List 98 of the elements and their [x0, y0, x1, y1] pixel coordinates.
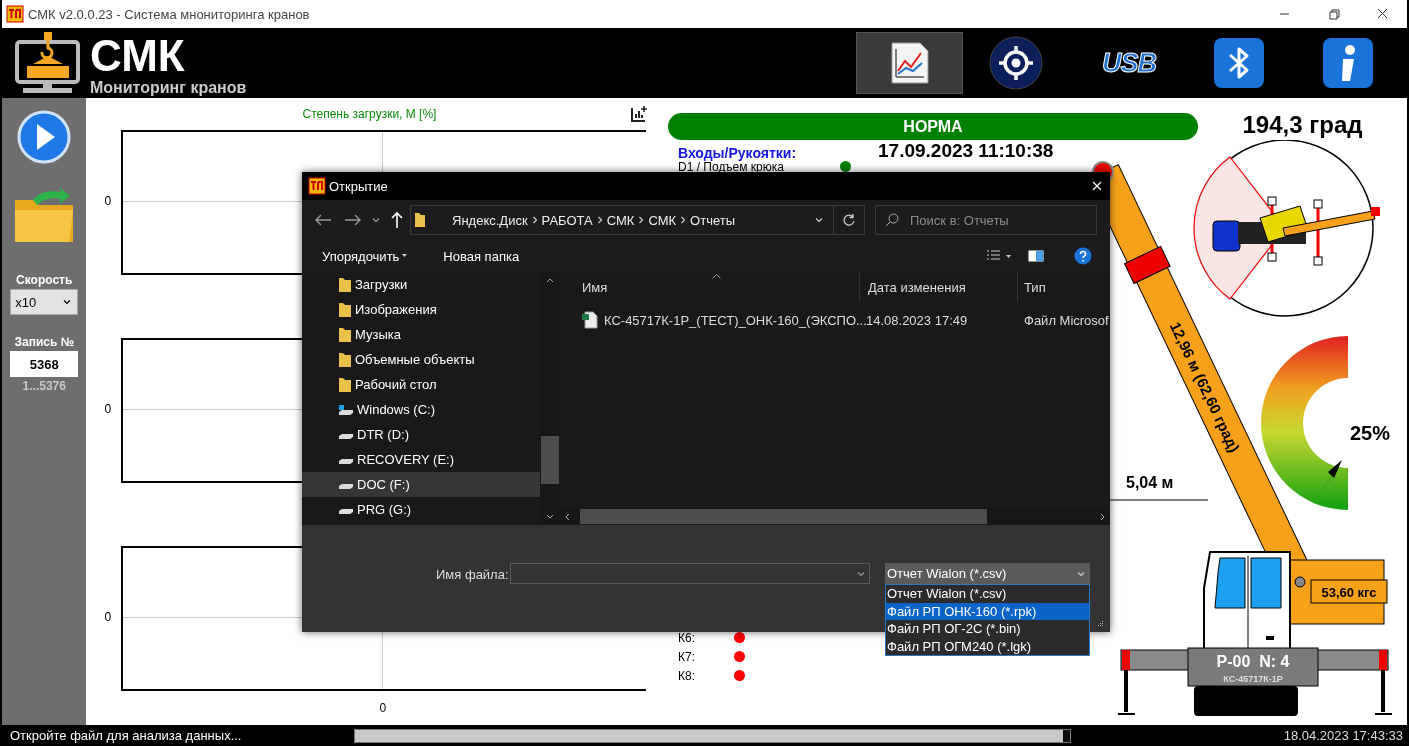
chevron-icon: [1077, 569, 1085, 578]
axis-tick-label: 0: [104, 401, 112, 416]
dialog-title: Открытие: [329, 178, 388, 194]
navigation-item[interactable]: Windows (C:): [302, 397, 540, 422]
address-bar[interactable]: Яндекс.Диск РАБОТА СМК СМК Отчеты: [410, 205, 865, 235]
relay-label: К6:: [678, 630, 696, 645]
spreadsheet-file-icon: [582, 311, 598, 329]
drive-icon: [338, 403, 354, 416]
dropdown-option[interactable]: Файл РП ОГМ240 (*.lgk): [886, 637, 1089, 655]
file-name-label: Имя файла:: [436, 567, 510, 584]
scrollbar-thumb[interactable]: [580, 509, 987, 524]
load-percent: 25%: [1350, 422, 1391, 444]
record-datetime: 17.09.2023 11:10:38: [878, 141, 1054, 160]
axis-tick-label: 0: [104, 609, 112, 624]
chart-title: Степень загрузки, М [%]: [302, 107, 437, 121]
organize-button[interactable]: Упорядочить: [322, 248, 408, 264]
sort-caret-icon: [712, 274, 721, 279]
crane-plate-number: Р-00 N: 4: [1216, 653, 1290, 670]
history-dropdown-button[interactable]: [372, 216, 380, 224]
chevron-icon: [530, 216, 539, 224]
chevron-icon: [595, 216, 604, 224]
speed-label: Скорость: [16, 273, 73, 287]
bluetooth-icon: [1213, 37, 1265, 89]
window-title: СМК v2.0.0.23 - Система мнониторинга кранов: [28, 6, 310, 22]
navigation-item[interactable]: Изображения: [302, 297, 540, 322]
record-label: Запись №: [14, 335, 75, 349]
usb-button[interactable]: USB: [1091, 32, 1167, 94]
column-header[interactable]: Дата изменения: [859, 272, 1017, 302]
add-chart-icon[interactable]: [630, 105, 648, 123]
resize-grip-icon[interactable]: [1096, 620, 1104, 628]
chevron-icon: [679, 216, 688, 224]
axis-tick-label: 0: [104, 193, 112, 208]
chevron-icon: [857, 569, 865, 578]
navigation-item[interactable]: PRG (G:): [302, 497, 540, 522]
navigation-item[interactable]: DOC (F:): [302, 472, 540, 497]
status-banner: НОРМА: [668, 113, 1198, 140]
navigation-item[interactable]: Рабочий стол: [302, 372, 540, 397]
navigation-item[interactable]: Загрузки: [302, 272, 540, 297]
radius-label: 5,04 м: [1126, 474, 1174, 491]
dropdown-option[interactable]: Файл РП ОГ-2С (*.bin): [886, 620, 1089, 638]
axis-tick-label: 0: [379, 701, 388, 715]
search-field[interactable]: Поиск в: Отчеты: [875, 205, 1097, 235]
chevron-icon: [637, 216, 646, 224]
refresh-icon[interactable]: [842, 213, 856, 227]
app-icon: [6, 5, 24, 23]
logo-subtitle: Мониторинг кранов: [90, 80, 247, 96]
status-message: Откройте файл для анализа данных...: [10, 728, 242, 743]
app-icon: [308, 177, 326, 195]
slew-angle: 194,3 град: [1241, 111, 1364, 140]
folder-icon: [338, 301, 352, 318]
file-date: 14.08.2023 17:49: [866, 312, 969, 328]
status-datetime: 18.04.2023 17:43:33: [1283, 728, 1404, 743]
new-folder-button[interactable]: Новая папка: [443, 248, 520, 264]
load-weight: 53,60 кгс: [1321, 585, 1377, 600]
navigation-item[interactable]: DTR (D:): [302, 422, 540, 447]
navigation-item[interactable]: Музыка: [302, 322, 540, 347]
crane-model: КС-45717К-1Р: [1223, 674, 1283, 684]
dropdown-option[interactable]: Отчет Wialon (*.csv): [886, 585, 1089, 603]
play-button[interactable]: [17, 110, 72, 164]
input-label: D1 / Подъем крюка: [678, 160, 784, 173]
caret-icon: [402, 254, 408, 258]
speed-select[interactable]: x10: [10, 289, 79, 315]
forward-button[interactable]: [344, 213, 362, 227]
folder-icon: [338, 276, 352, 293]
chevron-icon: [815, 216, 823, 224]
up-button[interactable]: [390, 211, 404, 229]
record-range: 1...5376: [22, 379, 66, 393]
help-icon[interactable]: [1074, 247, 1092, 265]
folder-icon: [338, 351, 352, 368]
scrollbar-thumb[interactable]: [541, 436, 559, 484]
open-folder-button[interactable]: [13, 186, 76, 244]
navigation-item[interactable]: Объемные объекты: [302, 347, 540, 372]
view-options-icon[interactable]: [986, 249, 1012, 263]
file-type: Файл Microsof: [1024, 312, 1109, 328]
chart-button[interactable]: [856, 32, 963, 94]
back-button[interactable]: [314, 213, 332, 227]
logo-title: СМК: [90, 34, 186, 78]
folder-icon: [338, 326, 352, 343]
dropdown-option[interactable]: Файл РП ОНК-160 (*.rpk): [886, 602, 1089, 620]
file-name[interactable]: КС-45717К-1Р_(ТЕСТ)_ОНК-160_(ЭКСПО...: [604, 312, 866, 328]
column-header[interactable]: Тип: [1017, 272, 1110, 302]
navigation-item[interactable]: RECOVERY (E:): [302, 447, 540, 472]
chevron-icon: [63, 298, 72, 306]
info-icon: [1322, 37, 1374, 89]
folder-icon: [338, 376, 352, 393]
relay-label: К7:: [678, 649, 696, 664]
crane-monitor-logo-icon: [15, 32, 80, 94]
target-icon: [988, 36, 1043, 90]
search-icon: [885, 213, 899, 227]
preview-pane-icon[interactable]: [1028, 250, 1044, 262]
file-type-select[interactable]: Отчет Wialon (*.csv): [885, 563, 1090, 584]
relay-label: К8:: [678, 668, 696, 683]
record-number-field[interactable]: 5368: [10, 351, 79, 377]
folder-icon: [414, 212, 426, 228]
column-header[interactable]: Имя: [560, 272, 859, 302]
chevron-icon: [372, 216, 380, 224]
file-name-field[interactable]: [510, 563, 870, 584]
inputs-title: Входы/Рукоятки:: [678, 146, 798, 160]
